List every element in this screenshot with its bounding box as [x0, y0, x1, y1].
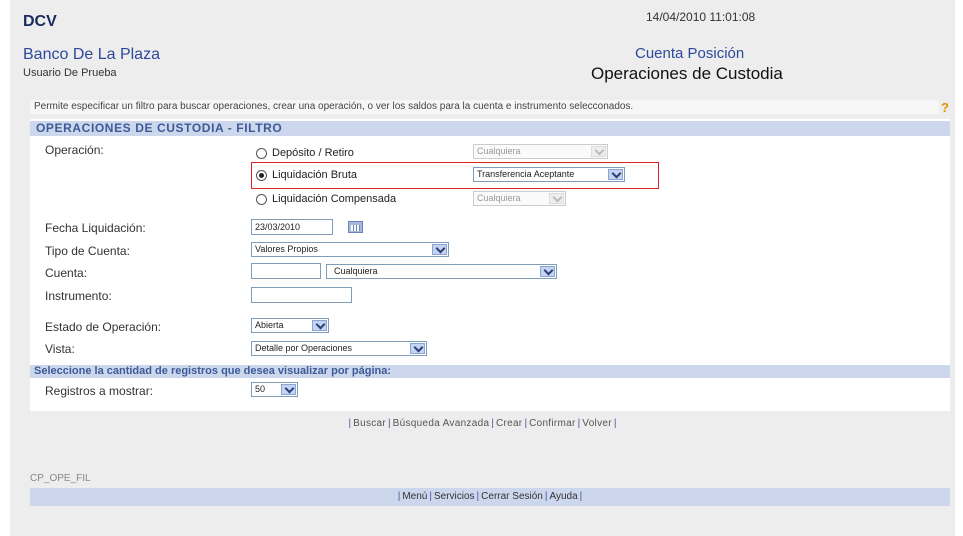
bank-name: Banco De La Plaza [23, 46, 160, 63]
records-select-value: 50 [255, 384, 266, 394]
records-title-text: Seleccione la cantidad de registros que … [34, 365, 392, 377]
datetime: 14/04/2010 11:01:08 [646, 10, 756, 24]
crear-link[interactable]: Crear [496, 418, 523, 429]
chevron-down-icon [432, 244, 447, 255]
filter-title: OPERACIONES DE CUSTODIA - FILTRO [30, 121, 950, 136]
radio-liquidacion-compensada[interactable] [256, 194, 267, 205]
tipo-cuenta-label: Tipo de Cuenta: [45, 244, 130, 258]
instrumento-input[interactable] [251, 287, 352, 303]
radio-label-deposito-retiro: Depósito / Retiro [272, 147, 354, 159]
calendar-icon[interactable] [348, 221, 363, 233]
liquidacion-bruta-select[interactable]: Transferencia Aceptante [473, 167, 625, 182]
cuenta-select-value: Cualquiera [334, 266, 378, 276]
radio-liquidacion-bruta[interactable] [256, 170, 267, 181]
estado-select-value: Abierta [255, 320, 284, 330]
section-title: Cuenta Posición [635, 45, 745, 62]
help-text: Permite especificar un filtro para busca… [30, 100, 939, 114]
chevron-down-icon [591, 146, 606, 157]
operacion-label: Operación: [45, 143, 104, 157]
footer-nav: | Menú | Servicios | Cerrar Sesión | Ayuda | [30, 488, 950, 506]
user-name: Usuario De Prueba [23, 67, 117, 79]
vista-select[interactable]: Detalle por Operaciones [251, 341, 427, 356]
busqueda-avanzada-link[interactable]: Búsqueda Avanzada [393, 418, 490, 429]
fecha-input[interactable]: 23/03/2010 [251, 219, 333, 235]
vista-label: Vista: [45, 342, 75, 356]
estado-label: Estado de Operación: [45, 320, 162, 334]
radio-label-liquidacion-compensada: Liquidación Compensada [272, 193, 397, 205]
page: DCV Banco De La Plaza Usuario De Prueba … [10, 0, 955, 536]
chevron-down-icon [540, 266, 555, 277]
tipo-cuenta-select[interactable]: Valores Propios [251, 242, 449, 257]
records-title: Seleccione la cantidad de registros que … [30, 365, 950, 378]
chevron-down-icon [410, 343, 425, 354]
vista-select-value: Detalle por Operaciones [255, 343, 353, 353]
deposito-retiro-select[interactable]: Cualquiera [473, 144, 608, 159]
cuenta-select[interactable]: Cualquiera [326, 264, 557, 279]
ayuda-link[interactable]: Ayuda [549, 491, 577, 502]
chevron-down-icon [608, 169, 623, 180]
action-links: | Buscar | Búsqueda Avanzada | Crear | Confirma… [348, 418, 617, 429]
help-icon[interactable]: ? [941, 100, 949, 115]
liquidacion-compensada-select[interactable]: Cualquiera [473, 191, 566, 206]
app-name: DCV [23, 13, 57, 30]
liquidacion-compensada-select-value: Cualquiera [477, 193, 521, 203]
tipo-cuenta-select-value: Valores Propios [255, 244, 318, 254]
cuenta-input[interactable] [251, 263, 321, 279]
records-select[interactable]: 50 [251, 382, 298, 397]
volver-link[interactable]: Volver [582, 418, 612, 429]
screen-code: CP_OPE_FIL [30, 473, 91, 484]
chevron-down-icon [549, 193, 564, 204]
estado-select[interactable]: Abierta [251, 318, 329, 333]
chevron-down-icon [312, 320, 327, 331]
confirmar-link[interactable]: Confirmar [529, 418, 576, 429]
cuenta-label: Cuenta: [45, 266, 88, 280]
liquidacion-bruta-select-value: Transferencia Aceptante [477, 169, 575, 179]
radio-label-liquidacion-bruta: Liquidación Bruta [272, 169, 358, 181]
radio-deposito-retiro[interactable] [256, 148, 267, 159]
filter-title-text: OPERACIONES DE CUSTODIA - FILTRO [36, 121, 283, 135]
cerrar-sesion-link[interactable]: Cerrar Sesión [481, 491, 543, 502]
buscar-link[interactable]: Buscar [353, 418, 386, 429]
deposito-retiro-select-value: Cualquiera [477, 146, 521, 156]
menu-link[interactable]: Menú [402, 491, 427, 502]
chevron-down-icon [281, 384, 296, 395]
instrumento-label: Instrumento: [45, 289, 112, 303]
servicios-link[interactable]: Servicios [434, 491, 475, 502]
records-label: Registros a mostrar: [45, 384, 154, 398]
page-title: Operaciones de Custodia [591, 64, 783, 83]
fecha-label: Fecha Liquidación: [45, 221, 146, 235]
